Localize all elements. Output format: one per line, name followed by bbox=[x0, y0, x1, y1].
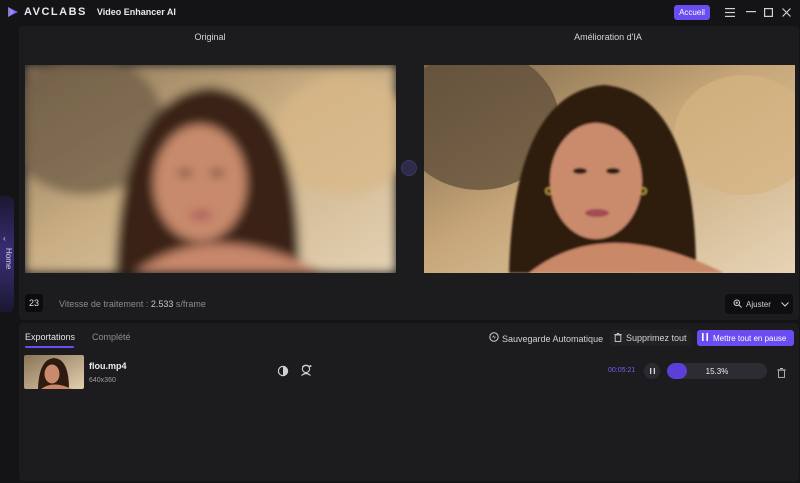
close-icon[interactable] bbox=[778, 4, 794, 20]
video-thumbnail bbox=[24, 355, 84, 389]
processing-speed: Vitesse de traitement : 2.533 s/frame bbox=[59, 299, 206, 309]
pause-all-button[interactable]: Mettre tout en pause bbox=[697, 330, 794, 346]
exports-panel: Exportations Complété Sauvegarde Automat… bbox=[19, 323, 799, 481]
export-progress-bar: 15.3% bbox=[667, 363, 767, 379]
delete-item-trash-icon[interactable] bbox=[777, 365, 787, 378]
side-tab-label: Home bbox=[4, 248, 13, 270]
maximize-icon[interactable] bbox=[760, 4, 776, 20]
trash-icon bbox=[614, 332, 622, 344]
chevron-left-icon: ‹ bbox=[3, 234, 6, 243]
product-name: Video Enhancer AI bbox=[96, 7, 176, 17]
app-logo: AVCLABS Video Enhancer AI bbox=[7, 6, 176, 18]
home-button[interactable]: Accueil bbox=[674, 5, 710, 20]
tab-completed[interactable]: Complété bbox=[92, 332, 131, 342]
original-label: Original bbox=[194, 32, 226, 42]
auto-save-icon bbox=[489, 332, 499, 345]
enhanced-label: Amélioration d'IA bbox=[574, 32, 642, 42]
original-preview-image bbox=[25, 65, 396, 273]
compare-slider-handle[interactable] bbox=[401, 160, 417, 176]
exports-tab-bar: Exportations Complété Sauvegarde Automat… bbox=[19, 323, 799, 351]
title-bar: AVCLABS Video Enhancer AI Accueil bbox=[0, 0, 800, 24]
tab-exports[interactable]: Exportations bbox=[25, 332, 75, 342]
frame-number-badge: 23 bbox=[25, 294, 43, 312]
contrast-icon[interactable] bbox=[277, 364, 289, 377]
elapsed-time: 00:05:21 bbox=[608, 367, 636, 374]
avclabs-logo-icon bbox=[8, 7, 18, 17]
item-pause-button[interactable] bbox=[644, 363, 660, 379]
enhanced-preview-image bbox=[424, 65, 795, 273]
fit-label: Ajuster bbox=[746, 299, 771, 309]
speed-prefix: Vitesse de traitement : bbox=[59, 299, 151, 309]
preview-panel: Original Amélioration d'IA 23 Vitesse de… bbox=[19, 26, 799, 320]
speed-unit: s/frame bbox=[173, 299, 206, 309]
home-side-tab[interactable]: ‹ Home bbox=[0, 196, 14, 312]
fit-zoom-dropdown[interactable]: Ajuster bbox=[725, 294, 793, 314]
delete-all-label: Supprimez tout bbox=[626, 333, 687, 343]
speed-value: 2.533 bbox=[150, 299, 174, 309]
delete-all-button[interactable]: Supprimez tout bbox=[610, 330, 691, 346]
hamburger-menu-icon[interactable] bbox=[722, 4, 738, 20]
zoom-icon bbox=[733, 299, 742, 310]
auto-save-label: Sauvegarde Automatique bbox=[502, 333, 604, 344]
pause-all-label: Mettre tout en pause bbox=[713, 333, 787, 343]
file-resolution: 640x360 bbox=[89, 377, 116, 384]
pause-icon bbox=[702, 333, 708, 343]
chevron-down-icon bbox=[781, 300, 789, 309]
minimize-icon[interactable] bbox=[743, 4, 759, 20]
face-enhance-icon[interactable] bbox=[299, 363, 313, 377]
auto-save-toggle[interactable]: Sauvegarde Automatique bbox=[489, 332, 603, 345]
export-list-item[interactable]: flou.mp4 640x360 00:05:21 15.3% bbox=[19, 353, 799, 391]
app-window: AVCLABS Video Enhancer AI Accueil ‹ Home… bbox=[0, 0, 800, 483]
progress-percent: 15.3% bbox=[705, 366, 729, 376]
file-name: flou.mp4 bbox=[89, 361, 127, 371]
brand-name: AVCLABS bbox=[24, 6, 87, 18]
active-tab-indicator bbox=[25, 346, 74, 348]
